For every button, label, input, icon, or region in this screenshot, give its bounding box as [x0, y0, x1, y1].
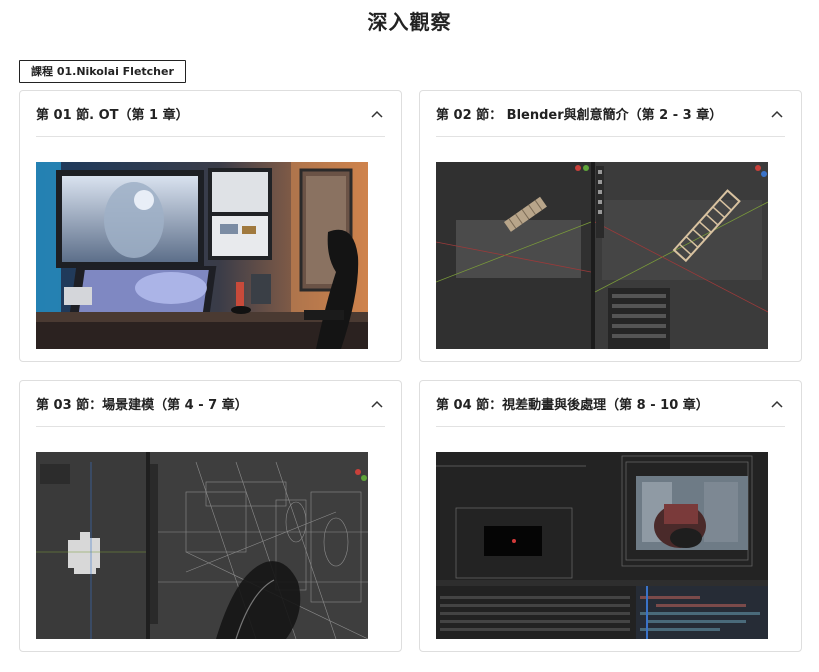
section-image-01[interactable]	[36, 162, 368, 349]
section-header-03[interactable]: 第 03 節：場景建模（第 4 - 7 章）	[36, 381, 385, 427]
section-card-01: 第 01 節. OT（第 1 章）	[19, 90, 402, 362]
section-title-02: 第 02 節： Blender與創意簡介（第 2 - 3 章）	[436, 108, 723, 123]
section-header-02[interactable]: 第 02 節： Blender與創意簡介（第 2 - 3 章）	[436, 91, 785, 137]
section-title-01: 第 01 節. OT（第 1 章）	[36, 108, 189, 123]
blender-stairs-screenshot	[436, 162, 768, 349]
chevron-up-icon[interactable]	[369, 106, 385, 122]
section-title-04: 第 04 節：視差動畫與後處理（第 8 - 10 章）	[436, 398, 709, 413]
section-card-04: 第 04 節：視差動畫與後處理（第 8 - 10 章）	[419, 380, 802, 652]
section-card-03: 第 03 節：場景建模（第 4 - 7 章）	[19, 380, 402, 652]
section-image-04[interactable]	[436, 452, 768, 639]
chevron-up-icon[interactable]	[769, 396, 785, 412]
page-title: 深入觀察	[367, 10, 452, 34]
workstation-photo	[36, 162, 368, 349]
section-title-03: 第 03 節：場景建模（第 4 - 7 章）	[36, 398, 248, 413]
after-effects-compositing-screenshot	[436, 452, 768, 639]
page: 深入觀察 課程 01.Nikolai Fletcher 第 01 節. OT（第…	[0, 0, 819, 672]
section-header-04[interactable]: 第 04 節：視差動畫與後處理（第 8 - 10 章）	[436, 381, 785, 427]
chevron-up-icon[interactable]	[769, 106, 785, 122]
blender-wireframe-scene-screenshot	[36, 452, 368, 639]
section-header-01[interactable]: 第 01 節. OT（第 1 章）	[36, 91, 385, 137]
section-image-02[interactable]	[436, 162, 768, 349]
section-card-02: 第 02 節： Blender與創意簡介（第 2 - 3 章）	[419, 90, 802, 362]
course-tag: 課程 01.Nikolai Fletcher	[19, 60, 186, 83]
chevron-up-icon[interactable]	[369, 396, 385, 412]
section-image-03[interactable]	[36, 452, 368, 639]
